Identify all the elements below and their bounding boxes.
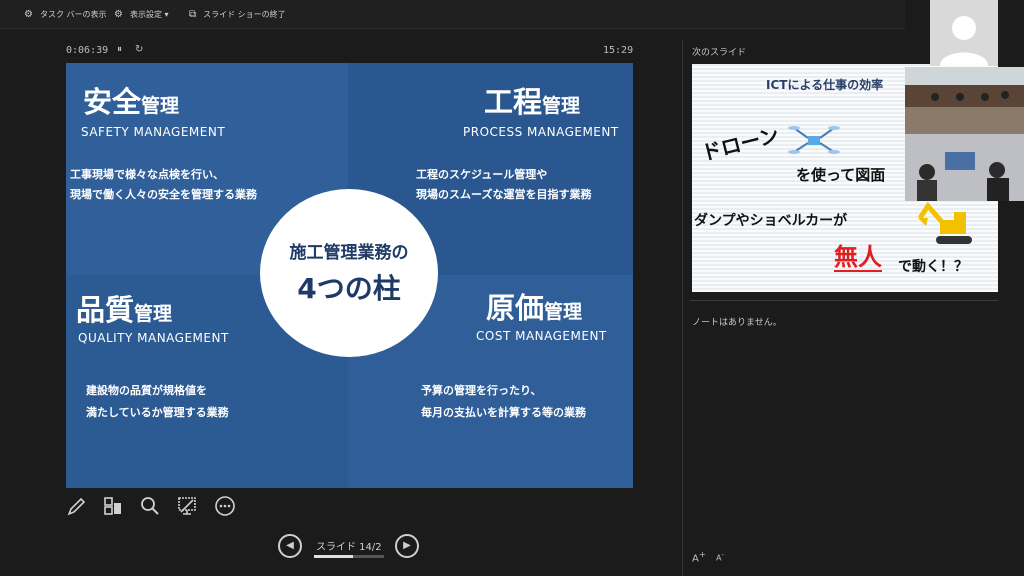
slide-progress — [314, 555, 384, 558]
safety-suffix: 管理 — [141, 95, 180, 117]
safety-heading: 安全管理 — [83, 79, 179, 121]
elapsed-timer: 0:06:39 — [66, 45, 109, 56]
next-icon[interactable]: ▶ — [395, 534, 419, 558]
pane-divider — [682, 40, 683, 576]
show-taskbar-button[interactable]: ⚙ タスク バーの表示 — [24, 6, 107, 22]
cost-heading: 原価管理 — [486, 285, 582, 327]
cost-desc-line2: 毎月の支払いを計算する等の業務 — [421, 406, 586, 419]
next-slide-drone-suffix: を使って図面 — [796, 166, 886, 184]
center-circle: 施工管理業務の 4つの柱 — [260, 189, 438, 357]
notes-text: ノートはありません。 — [692, 318, 782, 328]
end-show-icon: ⧉ — [189, 8, 197, 20]
clock: 15:29 — [603, 45, 634, 56]
slides-grid-icon[interactable] — [102, 495, 124, 517]
quality-heading: 品質管理 — [76, 287, 172, 329]
prev-icon[interactable]: ◀ — [278, 534, 302, 558]
font-increase-label: A — [692, 553, 699, 565]
notes-divider — [690, 300, 998, 301]
process-kanji: 工程 — [484, 85, 543, 119]
safety-english: SAFETY MANAGEMENT — [81, 125, 226, 139]
participant-video-2 — [905, 134, 1024, 201]
slide-progress-fill — [314, 555, 353, 558]
cost-english: COST MANAGEMENT — [476, 329, 607, 343]
participant-avatar — [930, 0, 998, 66]
next-slide-unmanned: 無人 — [834, 243, 882, 272]
screen-icon[interactable] — [176, 495, 198, 517]
display-settings-icon: ⚙ — [114, 8, 123, 20]
quality-english: QUALITY MANAGEMENT — [78, 331, 229, 345]
slide-counter: スライド 14/2 — [316, 542, 382, 553]
zoom-icon[interactable] — [139, 495, 161, 517]
excavator-icon — [918, 201, 972, 244]
next-slide-title: ICTによる仕事の効率 — [766, 78, 884, 92]
quality-kanji: 品質 — [76, 293, 135, 327]
end-slideshow-button[interactable]: ⧉ スライド ショーの終了 — [189, 6, 286, 22]
avatar-icon — [940, 16, 988, 66]
process-heading: 工程管理 — [484, 79, 580, 121]
safety-desc-line1: 工事現場で様々な点検を行い、 — [70, 168, 224, 181]
next-slide-line3-suffix: で動く！？ — [898, 259, 968, 275]
next-slide-line2: ダンプやショベルカーが — [694, 213, 848, 229]
next-slide-label: 次のスライド — [692, 48, 747, 58]
taskbar-icon: ⚙ — [24, 8, 33, 20]
current-slide: 安全管理 SAFETY MANAGEMENT 工事現場で様々な点検を行い、 現場… — [66, 63, 633, 488]
process-desc-line2: 現場のスムーズな運営を目指す業務 — [416, 188, 592, 201]
cost-suffix: 管理 — [544, 301, 583, 323]
drone-icon — [788, 126, 840, 154]
presenter-toolbar: ⚙ タスク バーの表示 ⚙ 表示設定 ▾ ⧉ スライド ショーの終了 — [0, 0, 905, 29]
show-taskbar-label: タスク バーの表示 — [39, 9, 107, 19]
participant-video-1 — [905, 67, 1024, 134]
pen-icon[interactable] — [66, 495, 88, 517]
font-decrease-button[interactable]: A- — [716, 551, 724, 563]
cost-kanji: 原価 — [486, 291, 545, 325]
display-settings-button[interactable]: ⚙ 表示設定 ▾ — [114, 6, 169, 22]
pause-icon[interactable]: ⏸ — [117, 44, 122, 55]
safety-desc-line2: 現場で働く人々の安全を管理する業務 — [70, 188, 257, 201]
process-suffix: 管理 — [542, 95, 581, 117]
quality-suffix: 管理 — [134, 303, 173, 325]
cost-desc-line1: 予算の管理を行ったり、 — [421, 384, 542, 397]
process-desc-line1: 工程のスケジュール管理や — [416, 168, 548, 181]
quality-desc-line1: 建設物の品質が規格値を — [86, 384, 207, 397]
center-title-line2: 4つの柱 — [297, 272, 401, 305]
quality-desc-line2: 満たしているか管理する業務 — [86, 406, 229, 419]
more-icon[interactable] — [214, 495, 236, 517]
center-title-line1: 施工管理業務の — [289, 243, 409, 263]
end-slideshow-label: スライド ショーの終了 — [203, 9, 286, 19]
display-settings-label: 表示設定 ▾ — [129, 9, 169, 19]
reset-icon[interactable]: ↻ — [135, 44, 143, 55]
safety-kanji: 安全 — [83, 85, 142, 119]
font-increase-button[interactable]: A+ — [692, 549, 706, 564]
next-slide-drone-text: ドローン — [698, 122, 782, 166]
process-english: PROCESS MANAGEMENT — [463, 125, 619, 139]
